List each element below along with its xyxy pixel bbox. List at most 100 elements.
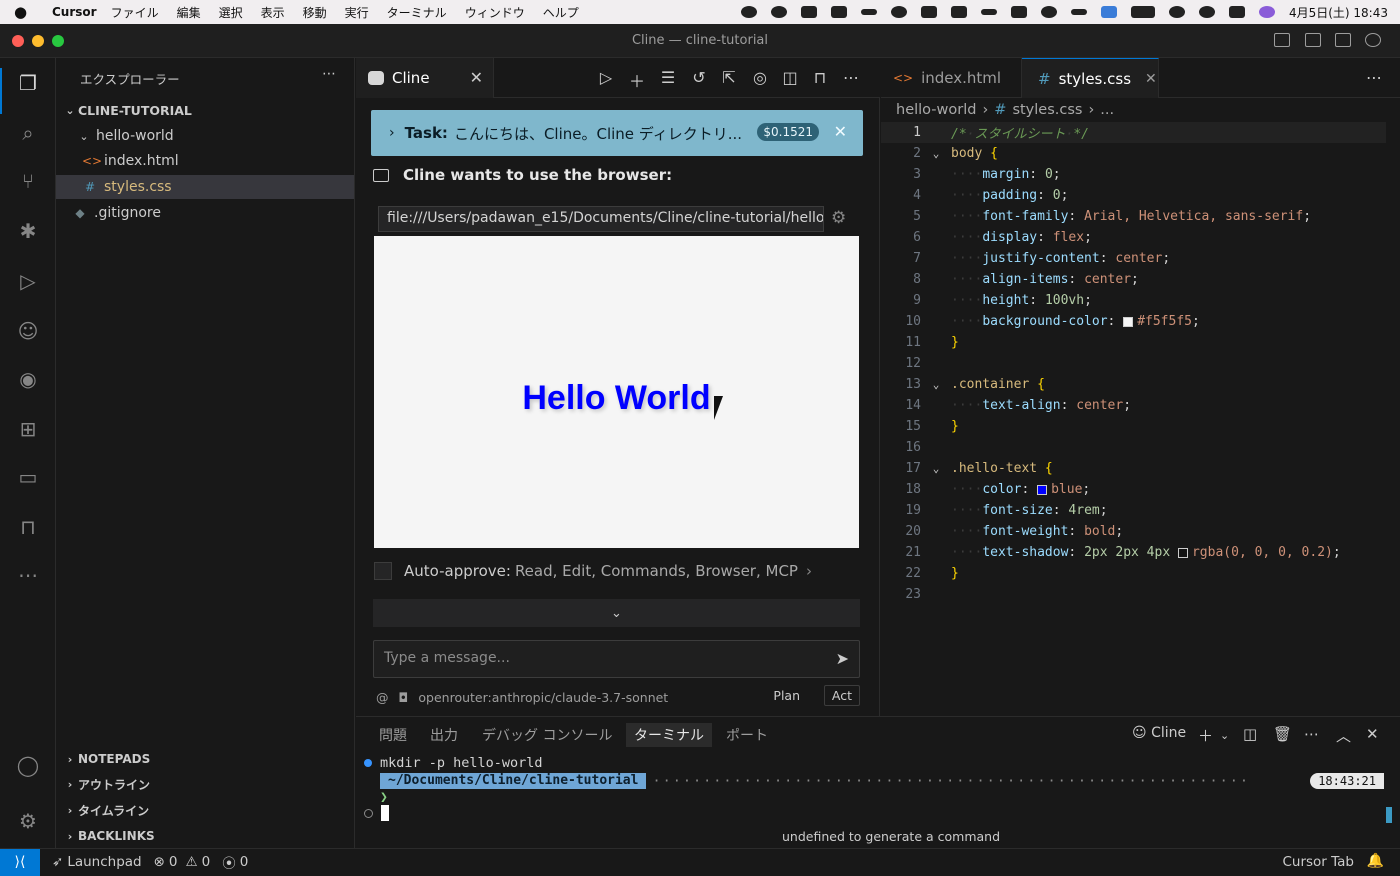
code-line[interactable]: 9 ····height: 100vh; bbox=[881, 290, 1386, 311]
tab-styles-css[interactable]: # styles.css ✕ bbox=[1022, 58, 1159, 98]
tree-file-styles-css[interactable]: # styles.css bbox=[56, 175, 354, 199]
control-center-icon[interactable] bbox=[1228, 6, 1245, 18]
send-icon[interactable]: ➤ bbox=[836, 649, 849, 668]
fold-chevron-icon[interactable]: ⌄ bbox=[921, 462, 951, 475]
wifi-icon[interactable] bbox=[1070, 9, 1087, 15]
section-backlinks[interactable]: › BACKLINKS bbox=[56, 824, 354, 848]
tab-output[interactable]: 出力 bbox=[430, 725, 458, 745]
menu-edit[interactable]: 編集 bbox=[177, 4, 201, 21]
more-icon[interactable]: ⋯ bbox=[1304, 725, 1319, 743]
expand-button[interactable]: ⌄ bbox=[373, 599, 860, 627]
toggle-panel-icon[interactable] bbox=[1305, 33, 1321, 47]
tree-root[interactable]: ⌄ CLINE-TUTORIAL bbox=[56, 98, 354, 122]
toggle-secondary-sidebar-icon[interactable] bbox=[1335, 33, 1351, 47]
bell-icon[interactable]: 🔔 bbox=[1367, 853, 1384, 869]
screens-icon[interactable] bbox=[1010, 6, 1027, 18]
terminal-input-line[interactable] bbox=[364, 805, 389, 821]
close-panel-icon[interactable]: ✕ bbox=[1366, 725, 1379, 743]
account-icon[interactable]: ◎ bbox=[750, 68, 770, 87]
task-banner[interactable]: › Task: こんにちは、Cline。Cline ディレクトリ... $0.1… bbox=[371, 110, 863, 156]
code-line[interactable]: 15} bbox=[881, 416, 1386, 437]
breadcrumb-file[interactable]: styles.css bbox=[1012, 102, 1082, 118]
code-line[interactable]: 11} bbox=[881, 332, 1386, 353]
bookmark-icon[interactable]: ⊓ bbox=[15, 514, 41, 540]
problems-item[interactable]: ⊗ 0 ⚠ 0 bbox=[154, 854, 211, 870]
app-shield-icon[interactable] bbox=[830, 6, 847, 18]
split-editor-icon[interactable]: ◫ bbox=[780, 68, 800, 87]
terminal-selector[interactable]: ☺ Cline bbox=[1132, 725, 1186, 741]
auto-approve-checkbox[interactable] bbox=[374, 562, 392, 580]
split-terminal-icon[interactable]: ◫ bbox=[1243, 725, 1257, 743]
new-terminal-icon[interactable]: ＋ bbox=[1198, 725, 1213, 746]
headphones-icon[interactable] bbox=[1040, 6, 1057, 18]
code-line[interactable]: 12 bbox=[881, 353, 1386, 374]
extensions-icon[interactable]: ⊞ bbox=[15, 416, 41, 442]
plan-mode-button[interactable]: Plan bbox=[773, 688, 800, 703]
shield-icon[interactable] bbox=[950, 6, 967, 18]
menu-selection[interactable]: 選択 bbox=[219, 4, 243, 21]
lock-icon[interactable]: ⊓ bbox=[810, 68, 830, 87]
cline-robot-icon[interactable]: ☺ bbox=[15, 318, 41, 344]
timemachine-icon[interactable] bbox=[1168, 6, 1185, 18]
new-task-icon[interactable]: ＋ bbox=[627, 68, 647, 92]
run-debug-icon[interactable]: ▷ bbox=[15, 268, 41, 294]
code-line[interactable]: 4 ····padding: 0; bbox=[881, 185, 1386, 206]
tab-problems[interactable]: 問題 bbox=[379, 725, 407, 745]
search-icon[interactable]: ⌕ bbox=[15, 120, 41, 146]
cursor-tab-item[interactable]: Cursor Tab bbox=[1282, 854, 1354, 870]
remote-explorer-icon[interactable]: ▭ bbox=[15, 464, 41, 490]
account-icon[interactable]: ◯ bbox=[15, 752, 41, 778]
zoom-window-button[interactable] bbox=[52, 35, 64, 47]
history-icon[interactable]: ↺ bbox=[689, 68, 709, 87]
menu-run[interactable]: 実行 bbox=[345, 4, 369, 21]
section-notepads[interactable]: › NOTEPADS bbox=[56, 747, 354, 771]
popout-icon[interactable]: ⇱ bbox=[719, 68, 739, 87]
browser-url-field[interactable]: file:///Users/padawan_e15/Documents/Clin… bbox=[378, 206, 824, 232]
tree-file-index-html[interactable]: <> index.html bbox=[56, 149, 354, 173]
siri-icon[interactable] bbox=[1258, 6, 1275, 18]
minimize-window-button[interactable] bbox=[32, 35, 44, 47]
code-line[interactable]: 14 ····text-align: center; bbox=[881, 395, 1386, 416]
battery-icon[interactable] bbox=[1130, 6, 1155, 18]
menu-help[interactable]: ヘルプ bbox=[543, 4, 579, 21]
act-mode-button[interactable]: Act bbox=[823, 685, 860, 706]
section-outline[interactable]: › アウトライン bbox=[56, 772, 354, 796]
more-views-icon[interactable]: ⋯ bbox=[15, 562, 41, 588]
bluetooth-icon[interactable] bbox=[980, 9, 997, 15]
browser-settings-gear-icon[interactable]: ⚙ bbox=[831, 208, 846, 228]
settings-gear-icon[interactable] bbox=[1365, 33, 1381, 47]
notion-icon[interactable] bbox=[890, 6, 907, 18]
chevron-right-icon[interactable]: › bbox=[389, 125, 395, 141]
message-input[interactable]: Type a message... ➤ bbox=[373, 640, 860, 678]
breadcrumb-symbol[interactable]: ... bbox=[1100, 102, 1114, 118]
hammer-icon[interactable] bbox=[860, 9, 877, 15]
tab-debug-console[interactable]: デバッグ コンソール bbox=[482, 725, 612, 745]
clipboard-icon[interactable] bbox=[920, 6, 937, 18]
code-line[interactable]: 1 /*·スタイルシート·*/ bbox=[881, 122, 1386, 143]
code-line[interactable]: 18 ····color: blue; bbox=[881, 479, 1386, 500]
trash-icon[interactable]: 🗑 bbox=[1273, 725, 1292, 743]
tab-index-html[interactable]: <> index.html bbox=[881, 58, 1022, 98]
explorer-icon[interactable]: ❐ bbox=[15, 70, 41, 96]
code-line[interactable]: 13 ⌄ .container { bbox=[881, 374, 1386, 395]
menu-terminal[interactable]: ターミナル bbox=[387, 4, 447, 21]
status-app-icon[interactable] bbox=[770, 6, 787, 18]
breadcrumb-folder[interactable]: hello-world bbox=[896, 102, 976, 118]
run-icon[interactable]: ▷ bbox=[596, 68, 616, 87]
apple-icon[interactable]: ● bbox=[14, 3, 40, 21]
tab-ports[interactable]: ポート bbox=[726, 725, 768, 745]
menubar-clock[interactable]: 4月5日(土) 18:43 bbox=[1289, 4, 1388, 21]
menu-view[interactable]: 表示 bbox=[261, 4, 285, 21]
menu-window[interactable]: ウィンドウ bbox=[465, 4, 525, 21]
github-icon[interactable]: ◉ bbox=[15, 366, 41, 392]
code-line[interactable]: 3 ····margin: 0; bbox=[881, 164, 1386, 185]
app-menu[interactable]: Cursor bbox=[52, 5, 97, 19]
code-line[interactable]: 2 ⌄ body { bbox=[881, 143, 1386, 164]
menu-go[interactable]: 移動 bbox=[303, 4, 327, 21]
chevron-right-icon[interactable]: › bbox=[806, 562, 812, 580]
mcp-servers-icon[interactable]: ☰ bbox=[658, 68, 678, 87]
debug-icon[interactable]: ✱ bbox=[15, 218, 41, 244]
model-selector[interactable]: openrouter:anthropic/claude-3.7-sonnet bbox=[418, 690, 668, 705]
maximize-panel-icon[interactable]: ︿ bbox=[1336, 725, 1351, 746]
remote-indicator[interactable]: ⟩⟨ bbox=[0, 848, 40, 876]
